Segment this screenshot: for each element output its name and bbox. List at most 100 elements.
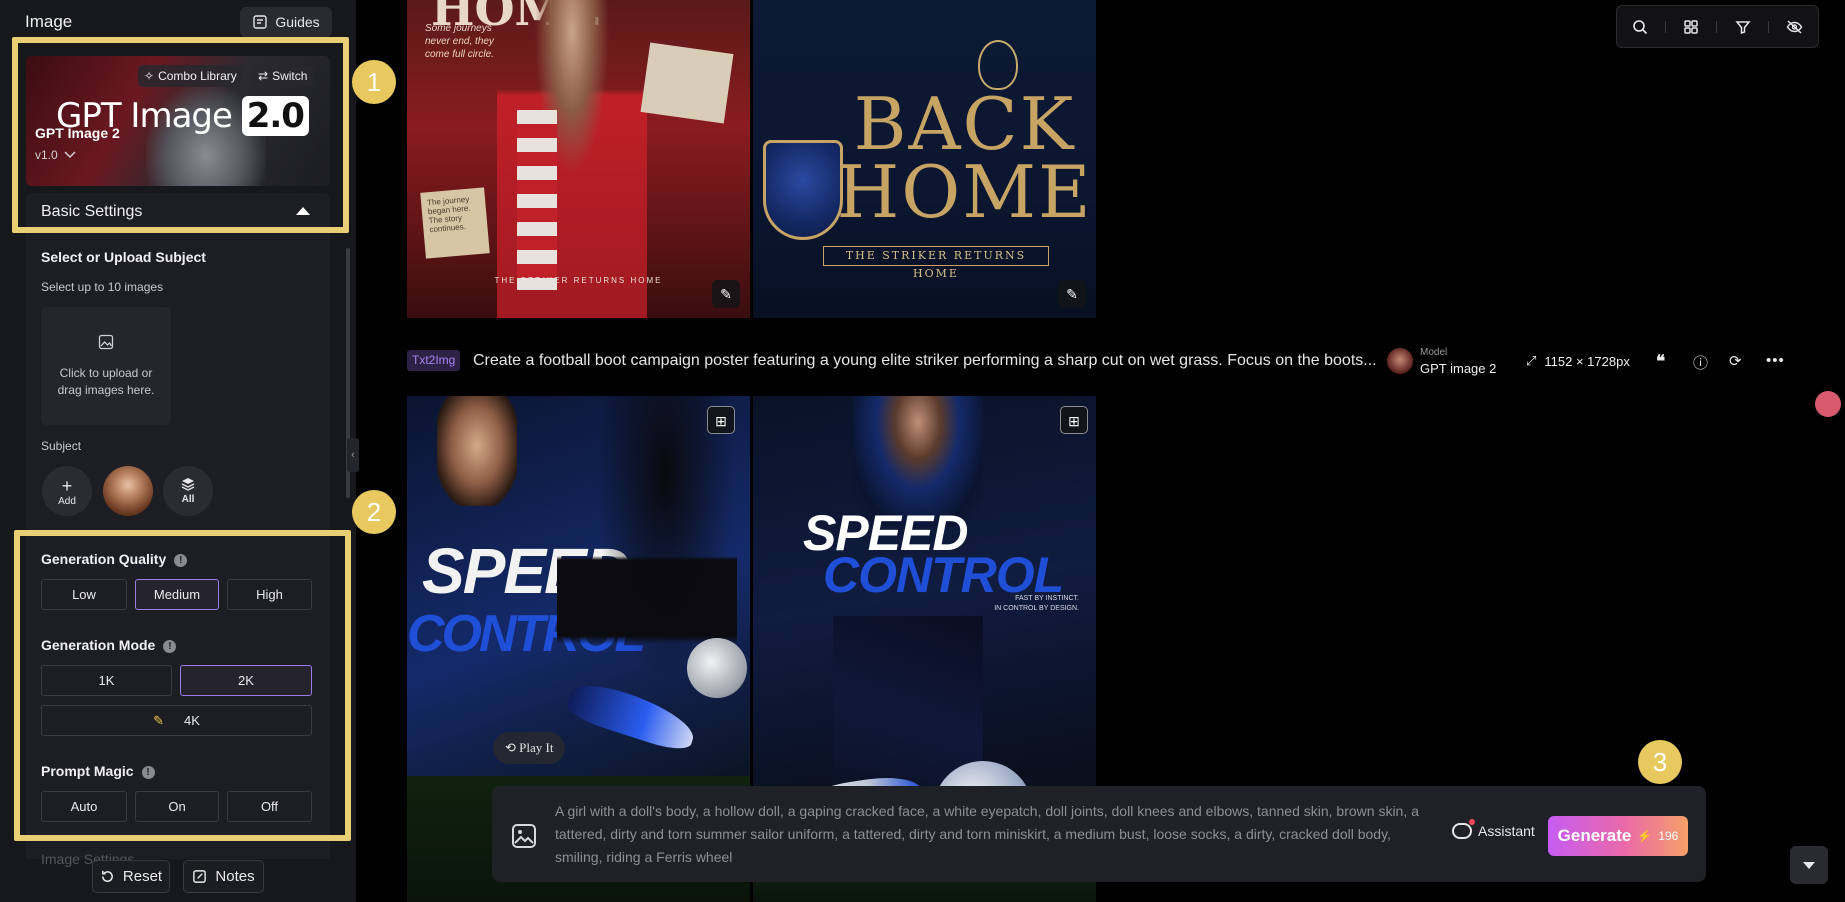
all-subjects-button[interactable]: All — [163, 466, 213, 516]
search-icon[interactable] — [1632, 19, 1648, 35]
subject-section-subtitle: Select up to 10 images — [41, 280, 164, 294]
info-icon[interactable]: ! — [163, 639, 177, 653]
quote-icon[interactable]: ❝ — [1656, 352, 1665, 372]
prompt-magic-auto-label: Auto — [70, 799, 98, 814]
notes-button[interactable]: Notes — [183, 860, 264, 893]
mode-2k-label: 2K — [238, 673, 254, 688]
model-version-select[interactable]: v1.0 — [35, 148, 76, 162]
gallery-image-back-home[interactable]: BACK HOME THE STRIKER RETURNS HOME ✎ — [753, 0, 1096, 318]
dimensions-info: ⤢ 1152 × 1728px — [1526, 353, 1630, 369]
model-avatar — [1387, 348, 1413, 374]
gallery-toolbar — [1616, 5, 1819, 48]
generation-quality-title: Generation Quality! — [41, 551, 188, 567]
basic-settings-toggle[interactable]: Basic Settings — [26, 193, 330, 229]
expand-icon: ⤢ — [1526, 353, 1537, 368]
quality-low-label: Low — [72, 587, 96, 602]
info-circle-icon[interactable]: ⓘ — [1693, 352, 1708, 373]
prompt-magic-on-option[interactable]: On — [135, 791, 219, 822]
credits-value: 196 — [1658, 829, 1679, 843]
translate-icon[interactable] — [1815, 391, 1841, 417]
sidebar-title: Image — [25, 12, 73, 31]
reset-button[interactable]: Reset — [92, 860, 170, 893]
add-to-canvas-button[interactable]: ⊞ — [707, 406, 735, 434]
model-card[interactable]: GPT Image 2.0 ✧ Combo Library ⇄ Switch G… — [26, 56, 330, 186]
poster-photo-card — [640, 42, 734, 124]
notes-label: Notes — [215, 868, 255, 885]
upload-dropzone[interactable]: Click to upload or drag images here. — [41, 307, 171, 425]
grid-view-icon[interactable] — [1683, 19, 1699, 35]
add-subject-button[interactable]: + Add — [42, 466, 92, 516]
mode-4k-option[interactable]: ✎ 4K — [41, 705, 312, 736]
toolbar-divider — [1768, 20, 1770, 33]
plus-square-icon: ⊞ — [1068, 413, 1080, 429]
upload-hint-line1: Click to upload or — [59, 366, 153, 380]
quality-high-option[interactable]: High — [227, 579, 312, 610]
generation-type-tag: Txt2Img — [407, 350, 461, 371]
prompt-magic-title: Prompt Magic! — [41, 763, 155, 779]
filter-icon[interactable] — [1735, 19, 1751, 35]
dimensions-value: 1152 × 1728px — [1544, 353, 1630, 369]
sidebar: Image Guides GPT Image 2.0 ✧ Combo Libra… — [0, 0, 356, 902]
generate-button[interactable]: Generate ⚡ 196 — [1548, 816, 1688, 856]
generate-label: Generate — [1557, 826, 1632, 845]
model-label: Model — [1420, 347, 1448, 358]
mode-1k-option[interactable]: 1K — [41, 665, 172, 696]
layers-icon — [181, 478, 195, 491]
info-icon[interactable]: ! — [141, 765, 155, 779]
plus-icon: + — [61, 476, 73, 496]
prompt-magic-off-option[interactable]: Off — [227, 791, 312, 822]
gallery-image-home[interactable]: HOME Some journeys never end, they come … — [407, 0, 750, 318]
scroll-down-button[interactable] — [1790, 846, 1828, 884]
regenerate-icon[interactable]: ⟳ — [1729, 352, 1742, 370]
player-face — [437, 396, 517, 506]
mode-4k-label: 4K — [184, 713, 200, 728]
more-options-icon[interactable]: ••• — [1766, 352, 1785, 369]
collapse-sidebar-handle[interactable]: ‹ — [347, 438, 359, 472]
notes-icon — [193, 870, 207, 883]
basic-settings-label: Basic Settings — [41, 203, 143, 220]
model-brand-version: 2.0 — [241, 96, 309, 136]
prompt-input[interactable]: A girl with a doll's body, a hollow doll… — [555, 800, 1435, 869]
all-subjects-label: All — [181, 494, 195, 505]
brush-icon: ✎ — [720, 286, 732, 302]
guides-label: Guides — [275, 14, 320, 30]
generation-prompt-text[interactable]: Create a football boot campaign poster f… — [473, 352, 1377, 370]
step-marker-2: 2 — [352, 490, 396, 534]
edit-image-button[interactable]: ✎ — [712, 280, 740, 308]
mode-2k-option[interactable]: 2K — [180, 665, 312, 696]
quality-low-option[interactable]: Low — [41, 579, 127, 610]
hide-icon[interactable] — [1786, 19, 1803, 35]
model-name: GPT Image 2 — [35, 125, 120, 141]
poster-headline-2: HOME — [836, 150, 1093, 234]
prompt-magic-on-label: On — [168, 799, 186, 814]
subject-avatar[interactable] — [103, 466, 153, 516]
switch-model-button[interactable]: ⇄ Switch — [252, 65, 314, 87]
reset-icon — [101, 870, 113, 882]
poster-tagline: THE STRIKER RETURNS HOME — [823, 246, 1049, 280]
switch-label: Switch — [272, 69, 308, 83]
quality-medium-option[interactable]: Medium — [135, 579, 219, 610]
mode-1k-label: 1K — [98, 673, 115, 688]
assistant-label: Assistant — [1478, 823, 1535, 839]
poster-note: The journey began here. The story contin… — [420, 187, 490, 259]
play-it-button[interactable]: ⟲ Play It — [493, 732, 566, 764]
image-prompt-icon[interactable] — [510, 822, 538, 850]
combo-library-button[interactable]: ✧ Combo Library — [138, 65, 243, 87]
crest-badge-icon — [763, 140, 843, 240]
add-to-canvas-button[interactable]: ⊞ — [1060, 406, 1088, 434]
subject-section-title: Select or Upload Subject — [41, 249, 206, 265]
assistant-button[interactable]: Assistant — [1452, 819, 1535, 839]
prompt-bar: A girl with a doll's body, a hollow doll… — [492, 786, 1706, 882]
toolbar-divider — [1664, 20, 1666, 33]
assistant-icon — [1452, 819, 1475, 839]
lightning-icon: ⚡ — [1637, 829, 1653, 843]
info-icon[interactable]: ! — [174, 553, 188, 567]
guides-button[interactable]: Guides — [240, 7, 332, 37]
reset-label: Reset — [122, 868, 163, 885]
prompt-magic-auto-option[interactable]: Auto — [41, 791, 127, 822]
prompt-magic-label: Prompt Magic — [41, 763, 134, 779]
poster-tagline: THE STRIKER RETURNS HOME — [494, 276, 663, 285]
quality-medium-label: Medium — [153, 587, 201, 602]
premium-icon: ✎ — [153, 712, 164, 728]
edit-image-button[interactable]: ✎ — [1058, 280, 1086, 308]
